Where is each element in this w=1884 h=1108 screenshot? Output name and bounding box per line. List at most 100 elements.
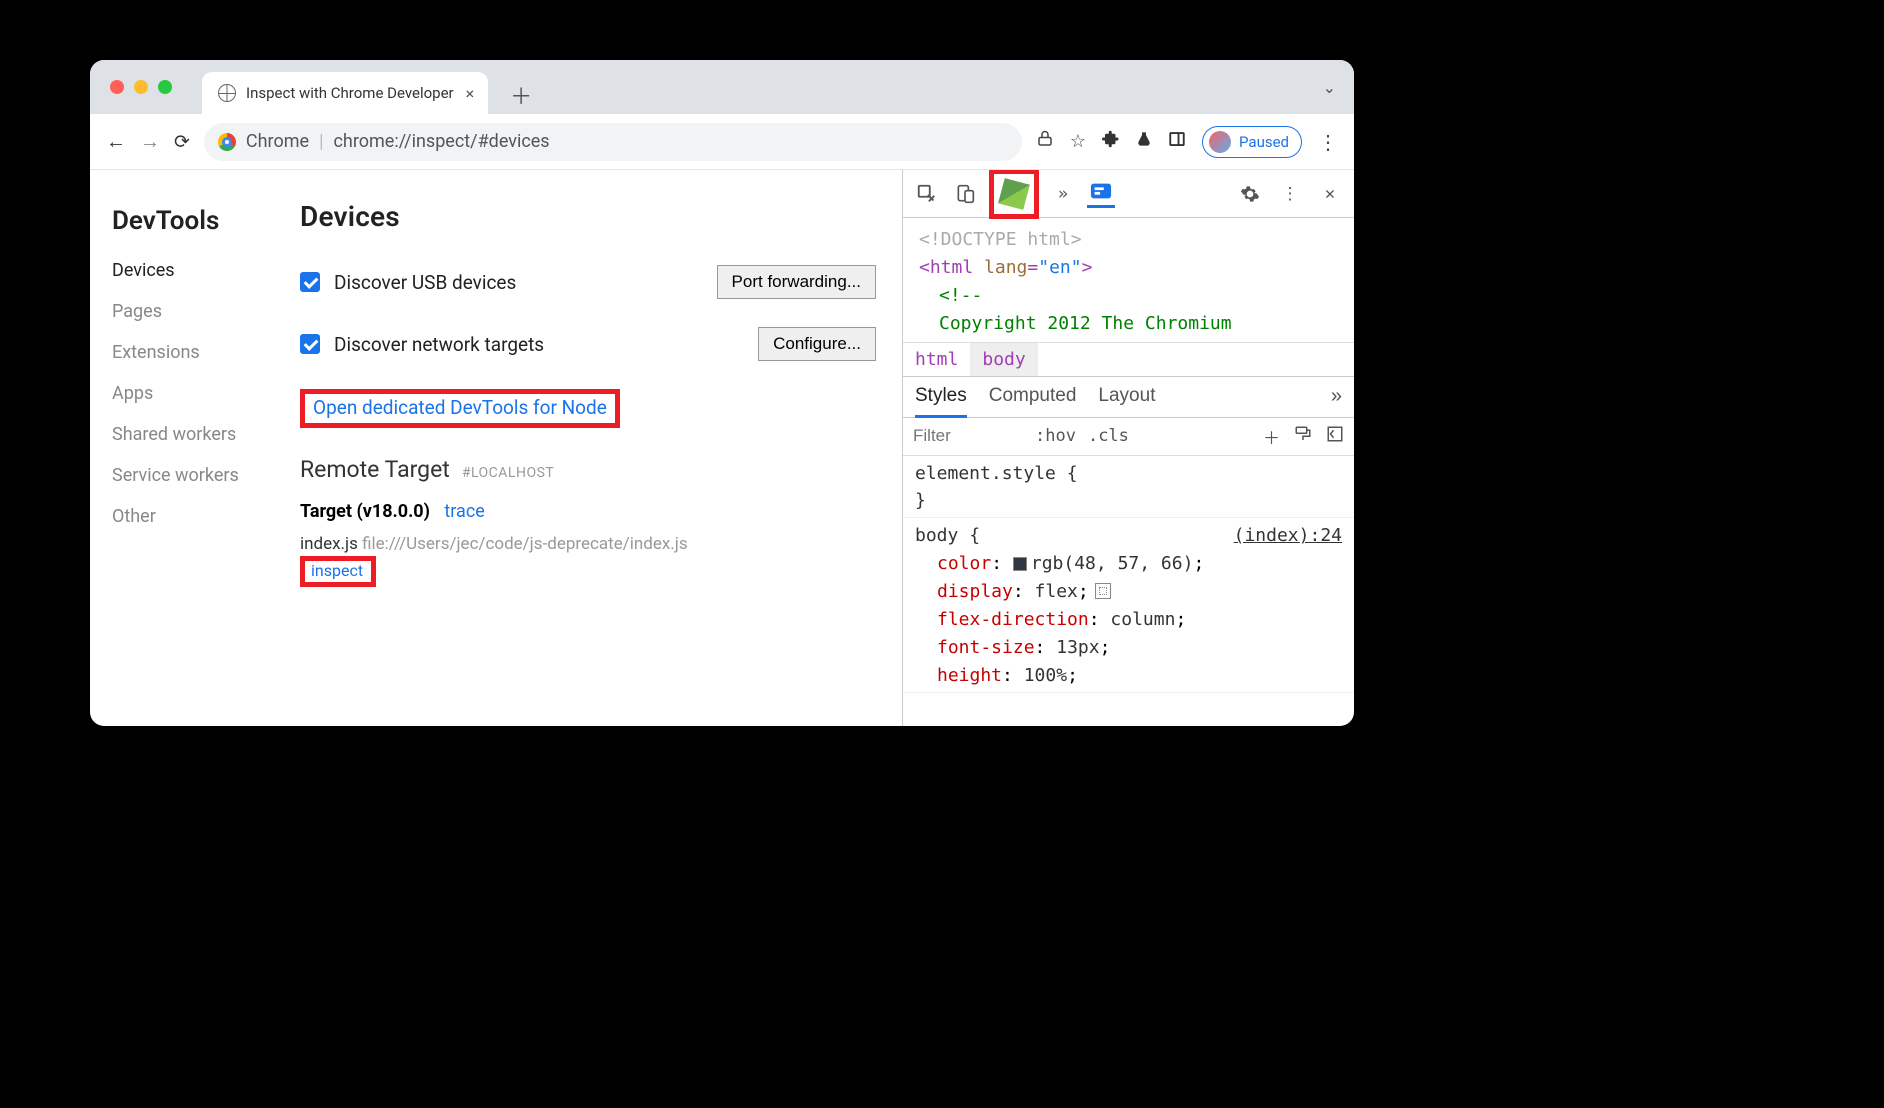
dom-line: <!-- [939,285,982,306]
content: Devices Discover USB devices Port forwar… [290,170,902,726]
css-prop: font-size [937,637,1035,658]
rule-source-link[interactable]: (index):24 [1234,522,1342,550]
sidebar-item-apps[interactable]: Apps [112,383,290,404]
css-prop: display [937,581,1013,602]
sidebar-item-shared-workers[interactable]: Shared workers [112,424,290,445]
tab-styles[interactable]: Styles [915,385,967,418]
forward-button[interactable]: → [140,129,160,154]
maximize-window-button[interactable] [158,80,172,94]
port-forwarding-button[interactable]: Port forwarding... [717,265,876,299]
labs-flask-icon[interactable] [1136,130,1152,153]
styles-tabs: Styles Computed Layout » [903,377,1354,418]
flex-icon[interactable] [1095,583,1111,599]
computed-panel-icon[interactable] [1326,425,1344,448]
select-element-icon[interactable] [913,180,941,208]
share-icon[interactable] [1036,130,1054,153]
sidebar-item-service-workers[interactable]: Service workers [112,465,290,486]
back-button[interactable]: ← [106,129,126,154]
close-window-button[interactable] [110,80,124,94]
tab-dropdown-icon[interactable]: ⌄ [1323,78,1336,97]
main-area: DevTools Devices Pages Extensions Apps S… [90,170,1354,726]
css-val: rgb(48, 57, 66) [1031,553,1194,574]
body-rule-block[interactable]: body { (index):24 color: rgb(48, 57, 66)… [903,518,1354,692]
sidebar-item-pages[interactable]: Pages [112,301,290,322]
styles-filter-row: :hov .cls ＋ [903,418,1354,456]
more-icon[interactable]: ⋮ [1276,180,1304,208]
file-path: file:///Users/jec/code/js-deprecate/inde… [362,534,688,554]
more-tabs-icon[interactable]: » [1331,385,1342,417]
extensions-icon[interactable] [1102,130,1120,153]
toolbar-actions: ☆ Paused ⋮ [1036,126,1338,158]
sidebar-item-extensions[interactable]: Extensions [112,342,290,363]
inspect-link[interactable]: inspect [311,561,363,580]
discover-usb-label: Discover USB devices [334,271,516,294]
chevron-right-icon[interactable]: » [1049,180,1077,208]
devtools-toolbar: » ⋮ ✕ [903,170,1354,218]
address-bar[interactable]: Chrome | chrome://inspect/#devices [204,123,1022,161]
bookmark-star-icon[interactable]: ☆ [1070,131,1086,152]
crumb-body[interactable]: body [970,343,1037,376]
css-val: 100% [1024,665,1067,686]
css-prop: height [937,665,1002,686]
discover-usb-checkbox[interactable]: Discover USB devices [300,271,516,294]
device-toolbar-icon[interactable] [951,180,979,208]
color-swatch[interactable] [1013,557,1027,571]
sidebar-item-other[interactable]: Other [112,506,290,527]
node-icon[interactable] [1000,180,1028,208]
css-val: flex [1035,581,1078,602]
browser-tab[interactable]: Inspect with Chrome Developer × [202,72,488,114]
css-val: 13px [1056,637,1099,658]
url-text: chrome://inspect/#devices [333,131,549,152]
file-name: index.js [300,534,358,554]
open-node-devtools-link[interactable]: Open dedicated DevTools for Node [313,396,607,419]
devtools-toolbar-right: ⋮ ✕ [1236,180,1344,208]
side-panel-icon[interactable] [1168,130,1186,153]
new-tab-button[interactable]: ＋ [510,79,532,111]
dom-tree[interactable]: <!DOCTYPE html> <html lang="en"> <!-- Co… [903,218,1354,343]
sidebar-nav: Devices Pages Extensions Apps Shared wor… [112,260,290,527]
url-scheme-label: Chrome [246,131,309,152]
highlight-box-inspect: inspect [300,556,376,587]
node-devtools-row: Open dedicated DevTools for Node [300,389,876,428]
configure-button[interactable]: Configure... [758,327,876,361]
highlight-box-node [989,170,1039,219]
tab-layout[interactable]: Layout [1098,385,1155,417]
file-line: index.js file:///Users/jec/code/js-depre… [300,534,876,554]
omnibar-separator: | [319,131,323,152]
content-heading: Devices [300,200,876,233]
tab-bar: Inspect with Chrome Developer × ＋ ⌄ [90,60,1354,114]
sidebar-item-devices[interactable]: Devices [112,260,290,281]
remote-target-heading: Remote Target #LOCALHOST [300,456,876,483]
elem-style-close: } [915,487,1342,515]
gear-icon[interactable] [1236,180,1264,208]
rule-selector: body [915,525,958,546]
dom-line: <!DOCTYPE html> [919,229,1082,250]
dom-line: Copyright 2012 The Chromium [939,313,1232,334]
checkbox-icon [300,272,320,292]
hov-toggle[interactable]: :hov [1035,426,1076,446]
styles-filter-input[interactable] [913,426,1023,446]
window-controls [110,80,172,94]
minimize-window-button[interactable] [134,80,148,94]
new-style-rule-icon[interactable]: ＋ [1263,424,1280,449]
reload-button[interactable]: ⟳ [174,130,190,153]
crumb-html[interactable]: html [903,343,970,376]
close-tab-icon[interactable]: × [466,84,475,103]
css-prop: flex-direction [937,609,1089,630]
close-devtools-icon[interactable]: ✕ [1316,180,1344,208]
discover-network-checkbox[interactable]: Discover network targets [300,333,544,356]
elements-tab-icon[interactable] [1087,180,1115,208]
sidebar-title: DevTools [112,206,290,236]
inspect-page: DevTools Devices Pages Extensions Apps S… [90,170,902,726]
profile-paused-pill[interactable]: Paused [1202,126,1302,158]
cls-toggle[interactable]: .cls [1088,426,1129,446]
avatar [1209,131,1231,153]
discover-network-label: Discover network targets [334,333,544,356]
tab-computed[interactable]: Computed [989,385,1077,417]
chrome-icon [218,133,236,151]
menu-icon[interactable]: ⋮ [1318,130,1338,154]
dom-line: <html [919,257,973,278]
paint-icon[interactable] [1294,425,1312,448]
trace-link[interactable]: trace [444,501,484,522]
element-style-block[interactable]: element.style { } [903,456,1354,519]
